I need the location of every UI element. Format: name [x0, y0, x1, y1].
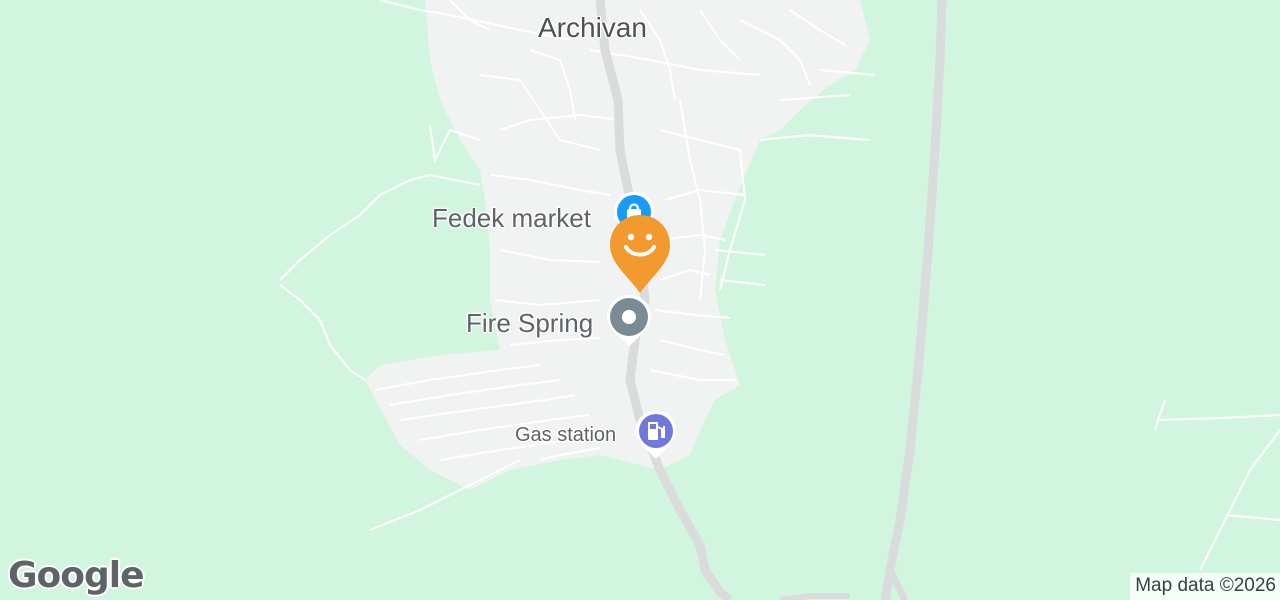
- highway-east-junction: [886, 568, 909, 600]
- highway-east: [880, 0, 947, 600]
- poi-label-fedek-market[interactable]: Fedek market: [432, 203, 591, 234]
- poi-label-fire-spring[interactable]: Fire Spring: [466, 308, 593, 339]
- google-logo[interactable]: Google: [8, 555, 145, 596]
- poi-pin-fire-spring[interactable]: [604, 293, 654, 349]
- road-south: [779, 593, 850, 600]
- poi-label-gas-station[interactable]: Gas station: [515, 424, 616, 447]
- selected-location-marker[interactable]: [607, 213, 673, 295]
- map-data-attribution[interactable]: Map data ©2026: [1130, 573, 1280, 600]
- poi-pin-gas-station[interactable]: [633, 409, 679, 463]
- town-label[interactable]: Archivan: [538, 12, 647, 44]
- landmark-icon: [622, 310, 636, 324]
